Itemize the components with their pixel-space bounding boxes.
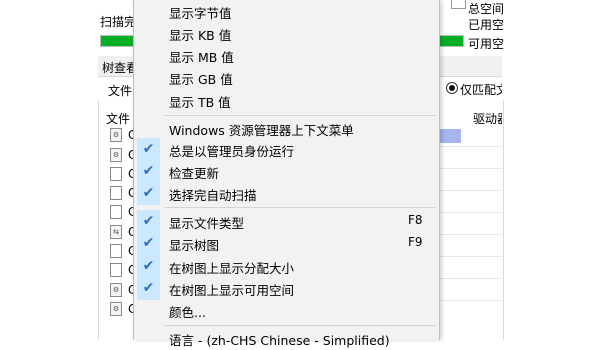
file-icon xyxy=(110,263,122,277)
free-space-label: 可用空 xyxy=(468,37,505,51)
menu-item-label: 在树图上显示可用空间 xyxy=(169,283,295,298)
row-divider xyxy=(437,256,502,257)
file-icon: ⚙ xyxy=(110,302,122,316)
file-icon xyxy=(110,186,122,200)
menu-item-explorer-context-menu[interactable]: Windows 资源管理器上下文菜单 xyxy=(134,117,439,140)
checkmark-icon: ✔ xyxy=(137,160,160,183)
file-icon: ⚙ xyxy=(110,283,122,297)
file-icon xyxy=(110,205,122,219)
menu-item-show-file-types[interactable]: ✔ 显示文件类型 F8 xyxy=(134,210,439,233)
used-space-label: 已用空 xyxy=(468,18,505,32)
menu-item-treemap-allocated-size[interactable]: ✔ 在树图上显示分配大小 xyxy=(134,255,439,278)
menu-item-show-treemap[interactable]: ✔ 显示树图 F9 xyxy=(134,232,439,255)
menu-item-label: 选择完自动扫描 xyxy=(169,188,257,203)
total-space-label: 总空间 xyxy=(468,2,505,16)
menu-item-label: 显示字节值 xyxy=(169,6,232,21)
row-divider xyxy=(437,300,502,301)
menu-item-show-mb[interactable]: 显示 MB 值 xyxy=(134,44,439,67)
right-tab-strip xyxy=(437,56,502,77)
menu-item-show-gb[interactable]: 显示 GB 值 xyxy=(134,66,439,89)
menu-item-label: 显示 KB 值 xyxy=(169,28,232,43)
menu-item-colors[interactable]: 颜色... xyxy=(134,299,439,322)
checkmark-icon: ✔ xyxy=(137,232,160,255)
options-menu: 显示字节值 显示 KB 值 显示 MB 值 显示 GB 值 显示 TB 值 Wi… xyxy=(133,0,440,348)
menu-item-label: 显示文件类型 xyxy=(169,216,245,231)
row-divider xyxy=(437,168,502,169)
menu-separator xyxy=(164,207,436,208)
menu-item-show-tb[interactable]: 显示 TB 值 xyxy=(134,89,439,112)
checkmark-icon: ✔ xyxy=(137,182,160,205)
row-divider xyxy=(437,278,502,279)
menu-item-label: 在树图上显示分配大小 xyxy=(169,261,295,276)
menu-item-label: 显示 MB 值 xyxy=(169,50,234,65)
scan-progress-bar xyxy=(100,35,136,47)
size-bar xyxy=(437,129,461,143)
drive-usage-bar xyxy=(438,35,464,47)
row-divider xyxy=(437,234,502,235)
menu-separator xyxy=(164,325,436,326)
file-icon: ⚙ xyxy=(110,148,122,162)
menu-item-label: 检查更新 xyxy=(169,166,220,181)
menu-item-label: 显示 TB 值 xyxy=(169,95,231,110)
row-divider xyxy=(437,190,502,191)
file-icon xyxy=(110,167,122,181)
menu-item-run-as-admin[interactable]: ✔ 总是以管理员身份运行 xyxy=(134,138,439,161)
match-only-label: 仅匹配文 xyxy=(460,83,502,97)
menu-item-label: 显示树图 xyxy=(169,238,220,253)
file-icon: ⚙ xyxy=(110,128,122,142)
menu-item-language[interactable]: 语言 - (zh-CHS Chinese - Simplified) xyxy=(134,327,439,350)
menu-item-label: 显示 GB 值 xyxy=(169,72,233,87)
menu-item-treemap-free-space[interactable]: ✔ 在树图上显示可用空间 xyxy=(134,277,439,300)
menu-item-auto-scan[interactable]: ✔ 选择完自动扫描 xyxy=(134,182,439,205)
main-window-left-pane xyxy=(0,0,40,340)
file-icon xyxy=(110,244,122,258)
match-only-radio[interactable] xyxy=(446,82,458,94)
row-divider xyxy=(437,212,502,213)
scan-status-label: 扫描完 xyxy=(100,15,134,29)
checkmark-icon: ✔ xyxy=(137,210,160,233)
checkmark-icon: ✔ xyxy=(137,277,160,300)
checkmark-icon: ✔ xyxy=(137,138,160,161)
menu-item-label: Windows 资源管理器上下文菜单 xyxy=(169,123,354,138)
menu-separator xyxy=(164,115,436,116)
menu-item-check-updates[interactable]: ✔ 检查更新 xyxy=(134,160,439,183)
file-icon: ⇆ xyxy=(110,225,122,239)
menu-item-label: 总是以管理员身份运行 xyxy=(169,144,295,159)
shortcut-label: F9 xyxy=(408,235,423,249)
menu-item-show-kb[interactable]: 显示 KB 值 xyxy=(134,22,439,45)
checkmark-icon: ✔ xyxy=(137,255,160,278)
row-divider xyxy=(437,146,502,147)
menu-item-show-bytes[interactable]: 显示字节值 xyxy=(134,0,439,23)
menu-item-label: 颜色... xyxy=(169,305,206,320)
shortcut-label: F8 xyxy=(408,213,423,227)
tab-tree-view[interactable]: 树查看 xyxy=(102,59,136,76)
window-control-box xyxy=(451,0,466,9)
file-filter-label: 文件 xyxy=(108,84,133,98)
